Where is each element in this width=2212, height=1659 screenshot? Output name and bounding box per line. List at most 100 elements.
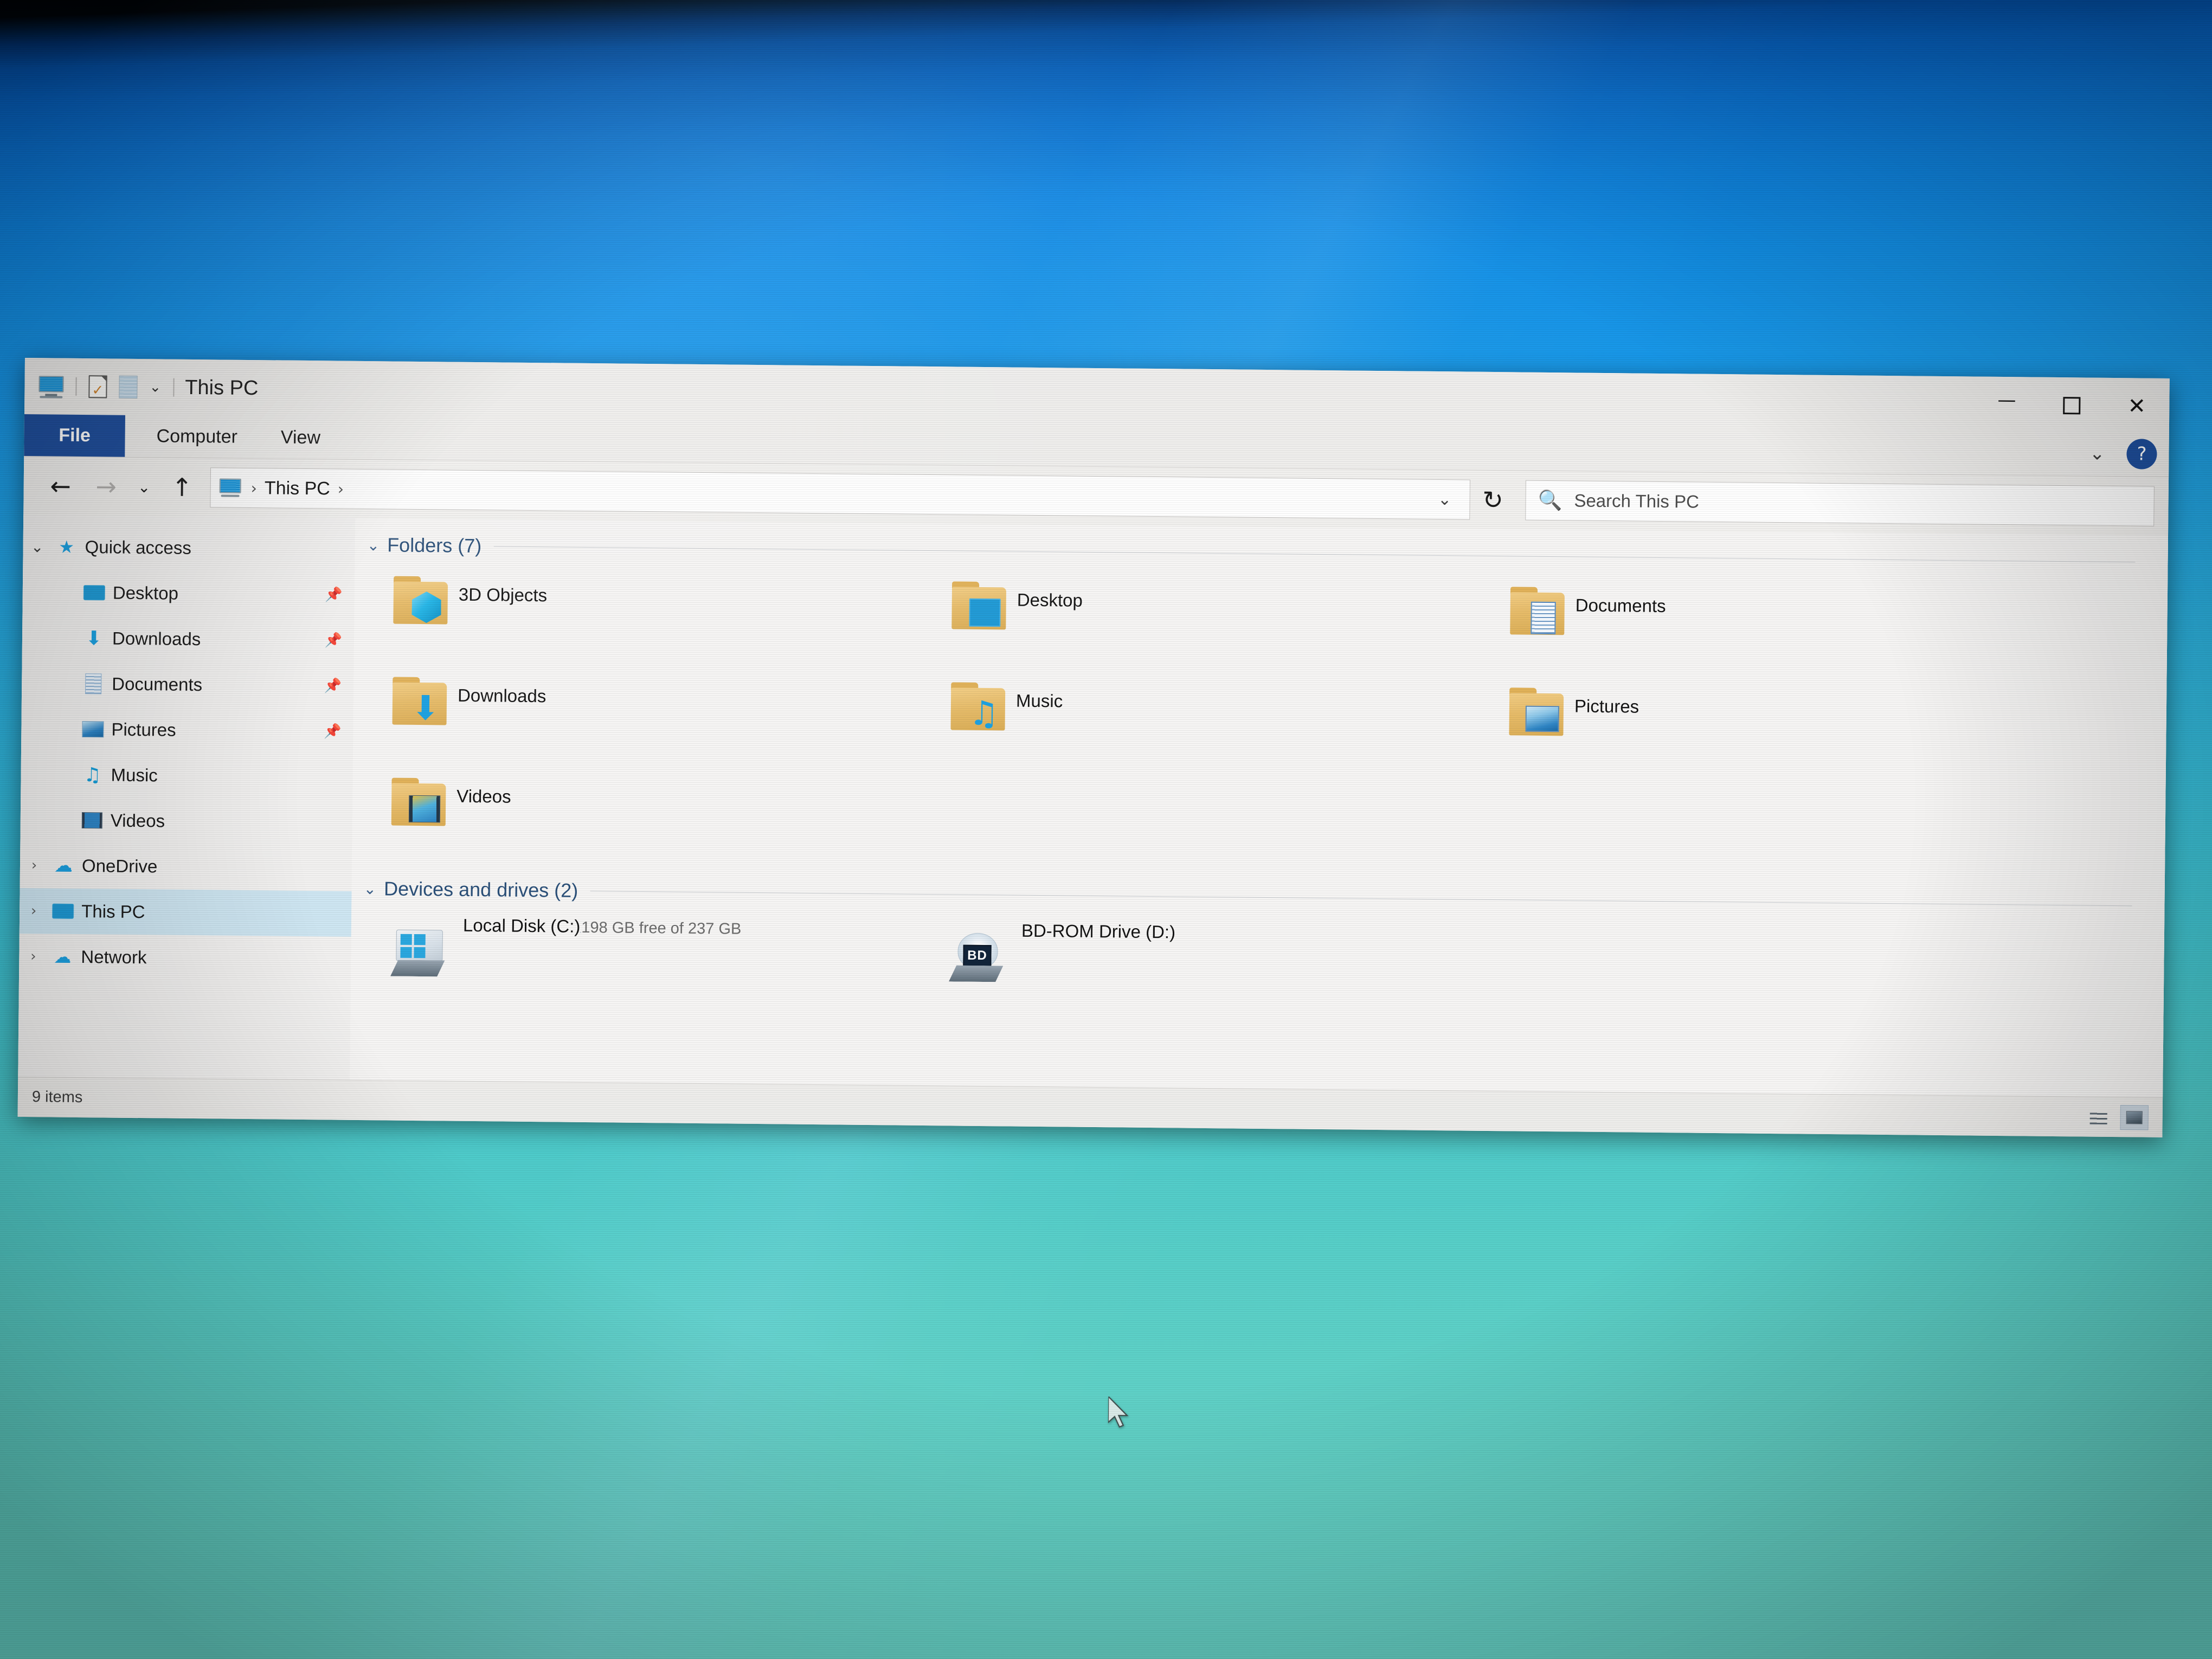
view-pane-button[interactable] xyxy=(119,375,138,398)
folder-music-icon: ♫ xyxy=(942,673,1016,733)
sidebar-item-quick-access[interactable]: ⌄ ★ Quick access xyxy=(23,524,355,573)
folder-3d-objects-icon xyxy=(384,567,459,625)
folder-item-documents[interactable]: Documents xyxy=(1501,575,2060,681)
pin-icon[interactable]: 📌 xyxy=(324,678,342,694)
drives-grid: Local Disk (C:) 198 GB free of 237 GB BD xyxy=(362,908,2164,1039)
chevron-right-icon[interactable]: › xyxy=(19,948,47,964)
forward-button[interactable]: → xyxy=(83,464,129,510)
sidebar-item-desktop[interactable]: Desktop 📌 xyxy=(22,569,355,618)
local-disk-icon xyxy=(381,909,463,978)
folder-documents-icon xyxy=(1501,578,1576,635)
cloud-icon: ☁ xyxy=(54,854,73,877)
file-explorer-window: ✓ ⌄ This PC — ✕ File Computer View ⌄ ? ←… xyxy=(17,358,2170,1137)
window-body: ⌄ ★ Quick access Desktop 📌 ⬇ Downloads 📌… xyxy=(18,515,2169,1097)
window-controls: — ✕ xyxy=(1974,377,2170,435)
folders-grid: 3D Objects Desktop Documents ⬇ Downloads… xyxy=(364,564,2168,884)
tab-view[interactable]: View xyxy=(259,416,343,459)
folder-item-desktop[interactable]: Desktop xyxy=(943,569,1502,676)
sidebar-item-network[interactable]: › ☁ Network xyxy=(19,934,351,982)
folder-item-3d-objects[interactable]: 3D Objects xyxy=(384,564,944,670)
picture-icon xyxy=(78,721,108,738)
folder-item-label: Pictures xyxy=(1574,696,1639,717)
sidebar-item-downloads[interactable]: ⬇ Downloads 📌 xyxy=(22,615,355,664)
chevron-down-icon[interactable]: ⌄ xyxy=(367,536,380,554)
chevron-right-icon[interactable]: › xyxy=(20,903,48,919)
folder-item-label: Desktop xyxy=(1017,589,1083,610)
this-pc-icon xyxy=(48,903,78,919)
recent-locations-button[interactable]: ⌄ xyxy=(128,464,159,510)
large-icons-view-button[interactable] xyxy=(2120,1104,2149,1130)
breadcrumb-separator: › xyxy=(250,479,258,497)
sidebar-item-this-pc[interactable]: › This PC xyxy=(19,888,352,937)
pin-icon[interactable]: 📌 xyxy=(324,723,342,740)
address-bar[interactable]: › This PC › ⌄ xyxy=(210,467,1470,520)
qat-divider-2 xyxy=(173,378,175,397)
folder-item-music[interactable]: ♫ Music xyxy=(942,670,1501,776)
drive-item-bd-rom-d[interactable]: BD BD-ROM Drive (D:) xyxy=(939,913,1499,1032)
folder-downloads-icon: ⬇ xyxy=(384,668,458,728)
refresh-button[interactable]: ↻ xyxy=(1470,477,1516,523)
navigation-pane: ⌄ ★ Quick access Desktop 📌 ⬇ Downloads 📌… xyxy=(18,515,356,1080)
group-divider xyxy=(590,890,2132,906)
sidebar-item-label: Network xyxy=(81,947,147,968)
sidebar-item-label: Quick access xyxy=(85,537,192,558)
network-icon: ☁ xyxy=(54,946,72,967)
maximize-button[interactable] xyxy=(2039,377,2105,434)
star-icon: ★ xyxy=(59,536,75,557)
chevron-down-icon[interactable]: ⌄ xyxy=(2089,443,2105,465)
bd-rom-drive-icon: BD xyxy=(940,914,1021,983)
chevron-down-icon[interactable]: ⌄ xyxy=(363,880,376,898)
up-button[interactable]: ↑ xyxy=(159,464,205,510)
this-pc-icon xyxy=(38,376,64,398)
ribbon-right-controls: ⌄ ? xyxy=(2089,439,2157,470)
drive-label: Local Disk (C:) xyxy=(462,915,581,936)
folder-item-label: Videos xyxy=(456,786,511,807)
breadcrumb-separator-2[interactable]: › xyxy=(330,480,352,498)
qat-divider xyxy=(75,377,77,396)
group-title: Folders (7) xyxy=(387,533,482,557)
view-mode-buttons xyxy=(2085,1104,2149,1130)
help-button[interactable]: ? xyxy=(2126,439,2157,470)
properties-button[interactable]: ✓ xyxy=(88,375,107,398)
window-title: This PC xyxy=(185,376,259,400)
pin-icon[interactable]: 📌 xyxy=(325,632,343,648)
sidebar-item-onedrive[interactable]: › ☁ OneDrive xyxy=(20,843,352,891)
chevron-down-icon[interactable]: ⌄ xyxy=(1427,490,1462,509)
folder-item-downloads[interactable]: ⬇ Downloads xyxy=(383,665,943,771)
music-icon: ♫ xyxy=(83,763,101,786)
sidebar-item-pictures[interactable]: Pictures 📌 xyxy=(21,706,353,755)
sidebar-item-label: Downloads xyxy=(112,628,201,650)
close-button[interactable]: ✕ xyxy=(2104,378,2170,435)
folder-item-label: Music xyxy=(1015,690,1063,711)
folder-videos-icon xyxy=(383,769,457,826)
back-button[interactable]: ← xyxy=(37,463,83,509)
chevron-right-icon[interactable]: › xyxy=(20,857,48,873)
pin-icon[interactable]: 📌 xyxy=(325,587,343,603)
minimize-button[interactable]: — xyxy=(1974,377,2040,434)
breadcrumb-this-pc[interactable]: This PC xyxy=(265,478,330,499)
folder-desktop-icon xyxy=(943,573,1017,630)
tab-file[interactable]: File xyxy=(24,414,125,457)
address-bar-controls: ⌄ xyxy=(1427,490,1462,509)
chevron-down-icon[interactable]: ⌄ xyxy=(23,537,52,556)
details-view-button[interactable] xyxy=(2085,1104,2113,1129)
sidebar-item-videos[interactable]: Videos xyxy=(20,797,352,846)
sidebar-item-documents[interactable]: Documents 📌 xyxy=(22,660,354,709)
sidebar-item-music[interactable]: ♫ Music xyxy=(21,751,353,800)
search-input[interactable]: Search This PC xyxy=(1574,490,1699,512)
tab-computer[interactable]: Computer xyxy=(134,415,259,458)
capacity-text: 198 GB free of 237 GB xyxy=(581,918,742,938)
desktop-icon xyxy=(79,585,110,601)
folder-item-videos[interactable]: Videos xyxy=(382,766,942,872)
search-box[interactable]: 🔍 Search This PC xyxy=(1525,480,2155,526)
search-icon: 🔍 xyxy=(1538,489,1562,512)
folder-item-pictures[interactable]: Pictures xyxy=(1500,676,2060,782)
group-divider xyxy=(493,545,2136,562)
customize-qat-button[interactable]: ⌄ xyxy=(149,379,161,395)
group-title: Devices and drives (2) xyxy=(383,877,578,902)
mouse-cursor xyxy=(1108,1396,1129,1428)
drive-item-local-disk-c[interactable]: Local Disk (C:) 198 GB free of 237 GB xyxy=(381,908,940,1027)
drive-meta: BD-ROM Drive (D:) xyxy=(1021,915,1176,943)
